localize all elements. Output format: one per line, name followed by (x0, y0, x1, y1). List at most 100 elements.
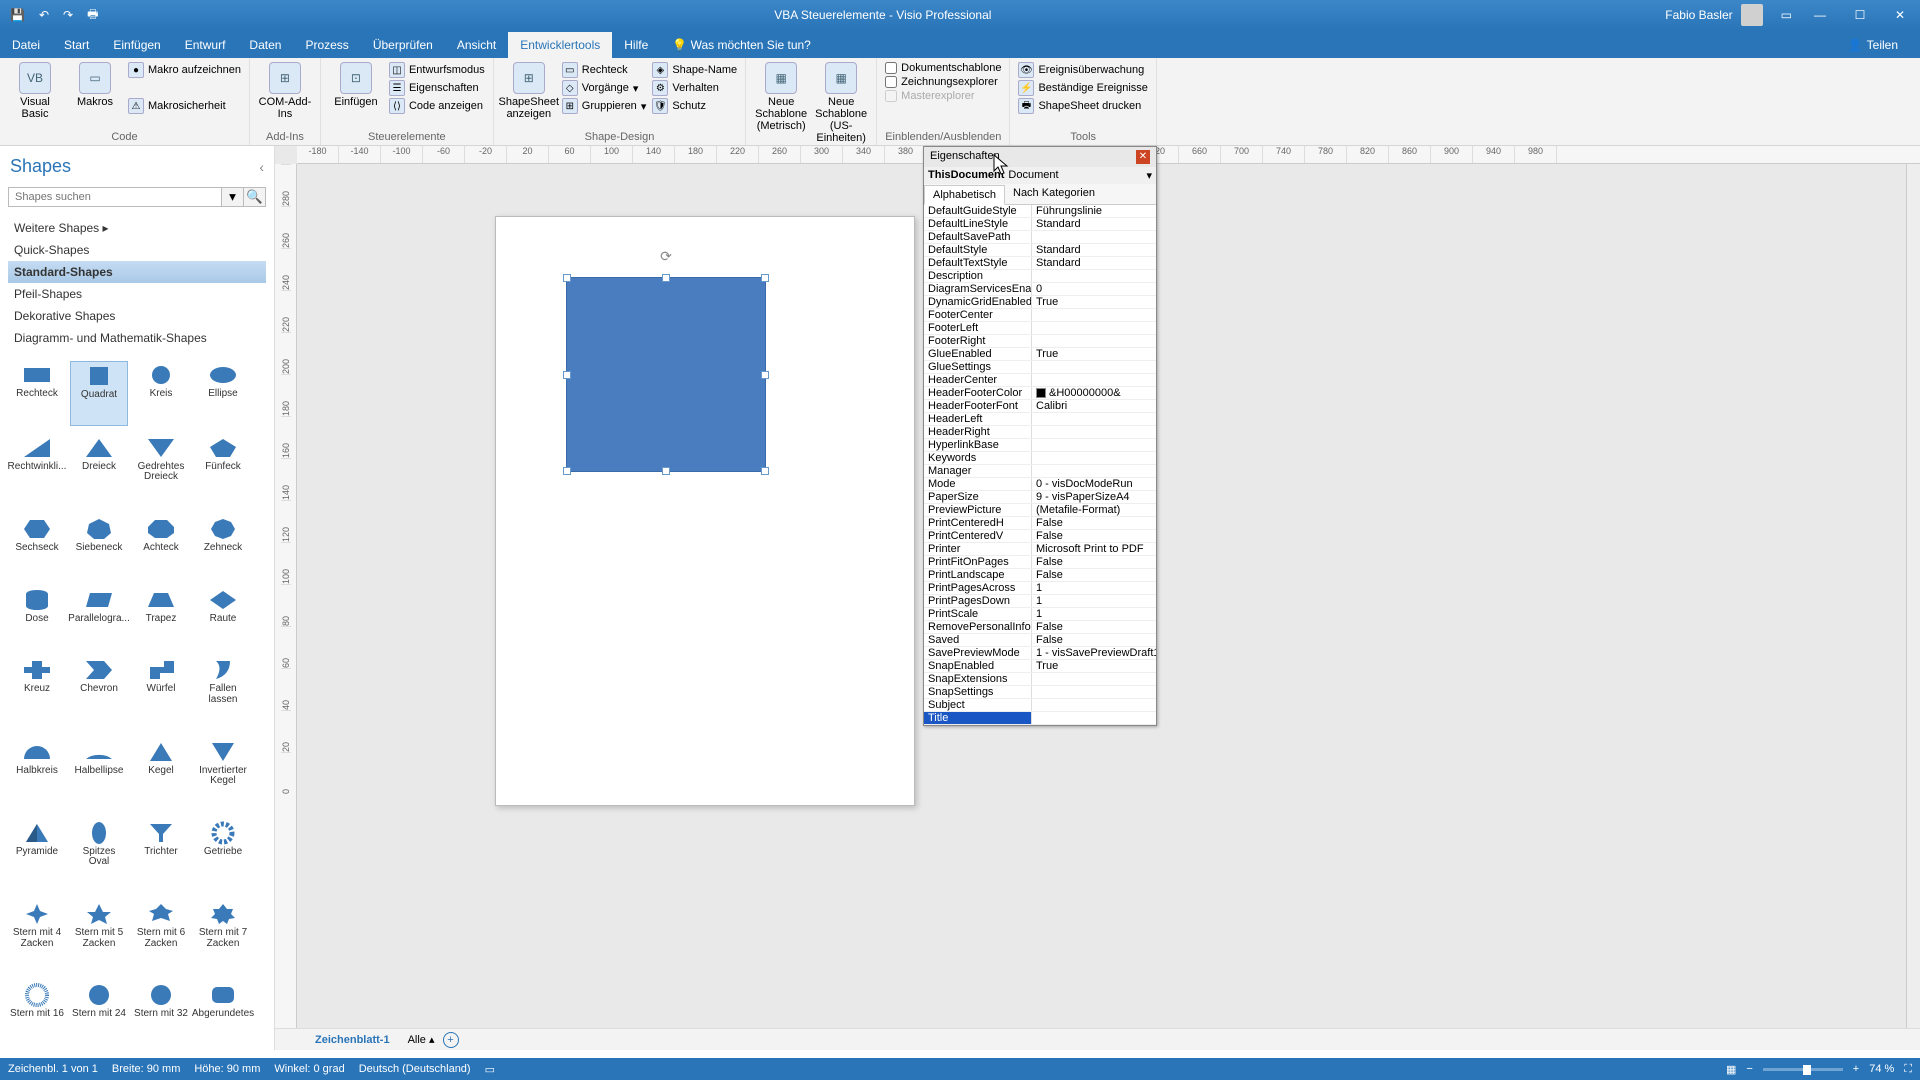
shapes-search-input[interactable] (8, 187, 222, 207)
shape-item[interactable]: Chevron (70, 656, 128, 729)
shape-category[interactable]: Pfeil-Shapes (8, 283, 266, 305)
presentation-mode-icon[interactable]: ▦ (1726, 1063, 1736, 1076)
property-row[interactable]: GlueEnabledTrue (924, 348, 1156, 361)
macros-button[interactable]: ▭Makros (68, 62, 122, 108)
shape-item[interactable]: Stern mit 4 Zacken (8, 900, 66, 973)
tab-categorized[interactable]: Nach Kategorien (1005, 184, 1103, 204)
share-button[interactable]: 👤 Teilen (1836, 32, 1910, 58)
shape-category[interactable]: Quick-Shapes (8, 239, 266, 261)
property-row[interactable]: SavePreviewMode1 - visSavePreviewDraft1s… (924, 647, 1156, 660)
shape-item[interactable]: Kreis (132, 361, 190, 426)
tab-entwurf[interactable]: Entwurf (173, 32, 238, 58)
shape-item[interactable]: Stern mit 16 (8, 981, 66, 1044)
print-icon[interactable]: 🖶 (87, 5, 98, 26)
protect-button[interactable]: 🛡Schutz (652, 98, 737, 114)
shape-item[interactable]: Halbellipse (70, 738, 128, 811)
property-row[interactable]: SavedFalse (924, 634, 1156, 647)
zoom-level[interactable]: 74 % (1869, 1063, 1894, 1075)
shape-item[interactable]: Kreuz (8, 656, 66, 729)
property-value[interactable]: 1 (1032, 582, 1156, 594)
search-button[interactable]: 🔍 (244, 187, 266, 207)
avatar[interactable] (1741, 4, 1763, 26)
property-row[interactable]: PrintCenteredVFalse (924, 530, 1156, 543)
drawing-explorer-check[interactable]: Zeichnungsexplorer (885, 76, 1001, 88)
tell-me-search[interactable]: 💡 Was möchten Sie tun? (660, 32, 823, 58)
record-macro-status-icon[interactable]: ▭ (485, 1063, 495, 1076)
tab-start[interactable]: Start (52, 32, 101, 58)
property-value[interactable]: 9 - visPaperSizeA4 (1032, 491, 1156, 503)
record-macro-button[interactable]: ●Makro aufzeichnen (128, 62, 241, 78)
operations-menu[interactable]: ◇Vorgänge ▾ (562, 80, 647, 96)
ribbon-options-icon[interactable]: ▭ (1781, 8, 1792, 22)
tab-einfügen[interactable]: Einfügen (101, 32, 172, 58)
property-row[interactable]: DefaultLineStyleStandard (924, 218, 1156, 231)
property-value[interactable] (1032, 673, 1156, 685)
property-value[interactable]: Führungslinie (1032, 205, 1156, 217)
shape-item[interactable]: Stern mit 24 (70, 981, 128, 1044)
shape-item[interactable]: Stern mit 6 Zacken (132, 900, 190, 973)
shape-item[interactable]: Raute (194, 586, 252, 649)
visual-basic-button[interactable]: VBVisual Basic (8, 62, 62, 120)
shape-item[interactable]: Fünfeck (194, 434, 252, 507)
shapesheet-button[interactable]: ⊞ShapeSheet anzeigen (502, 62, 556, 120)
rectangle-tool[interactable]: ▭Rechteck (562, 62, 647, 78)
new-stencil-metric[interactable]: ▦Neue Schablone (Metrisch) (754, 62, 808, 132)
property-row[interactable]: PaperSize9 - visPaperSizeA4 (924, 491, 1156, 504)
close-properties-icon[interactable]: ✕ (1136, 150, 1150, 164)
property-row[interactable]: PrintPagesDown1 (924, 595, 1156, 608)
doc-stencil-check[interactable]: Dokumentschablone (885, 62, 1001, 74)
property-row[interactable]: HeaderCenter (924, 374, 1156, 387)
shape-category[interactable]: Dekorative Shapes (8, 305, 266, 327)
shape-item[interactable]: Invertierter Kegel (194, 738, 252, 811)
property-row[interactable]: FooterCenter (924, 309, 1156, 322)
shape-item[interactable]: Abgerundetes (194, 981, 252, 1044)
property-row[interactable]: GlueSettings (924, 361, 1156, 374)
status-language[interactable]: Deutsch (Deutschland) (359, 1063, 471, 1075)
shape-item[interactable]: Dose (8, 586, 66, 649)
zoom-in-icon[interactable]: + (1853, 1063, 1859, 1075)
property-value[interactable]: Standard (1032, 218, 1156, 230)
property-row[interactable]: DynamicGridEnabledTrue (924, 296, 1156, 309)
shape-item[interactable]: Rechtwinkli... (8, 434, 66, 507)
minimize-button[interactable]: — (1800, 0, 1840, 30)
shape-item[interactable]: Ellipse (194, 361, 252, 426)
new-stencil-us[interactable]: ▦Neue Schablone (US-Einheiten) (814, 62, 868, 144)
property-row[interactable]: PrintScale1 (924, 608, 1156, 621)
shape-item[interactable]: Spitzes Oval (70, 819, 128, 892)
more-shapes[interactable]: Weitere Shapes ▸ (8, 217, 266, 239)
close-button[interactable]: ✕ (1880, 0, 1920, 30)
save-icon[interactable]: 💾 (10, 8, 25, 22)
property-row[interactable]: SnapExtensions (924, 673, 1156, 686)
group-menu[interactable]: ⊞Gruppieren ▾ (562, 98, 647, 114)
search-dropdown-icon[interactable]: ▾ (222, 187, 244, 207)
resize-handle[interactable] (563, 467, 571, 475)
shape-item[interactable]: Achteck (132, 515, 190, 578)
master-explorer-check[interactable]: Masterexplorer (885, 90, 1001, 102)
drawing-page[interactable]: ⟳ (495, 216, 915, 806)
fit-page-icon[interactable]: ⛶ (1904, 1063, 1912, 1076)
com-addins-button[interactable]: ⊞COM-Add-Ins (258, 62, 312, 120)
shape-item[interactable]: Parallelogra... (70, 586, 128, 649)
properties-panel[interactable]: Eigenschaften ✕ ThisDocument Document ▾ … (923, 146, 1157, 726)
event-monitor-button[interactable]: 👁Ereignisüberwachung (1018, 62, 1147, 78)
property-row[interactable]: Title (924, 712, 1156, 725)
property-value[interactable] (1032, 231, 1156, 243)
collapse-icon[interactable]: ‹ (259, 159, 264, 175)
property-value[interactable] (1032, 309, 1156, 321)
tab-datei[interactable]: Datei (0, 32, 52, 58)
property-row[interactable]: RemovePersonalInformationFalse (924, 621, 1156, 634)
property-value[interactable] (1032, 322, 1156, 334)
shape-item[interactable]: Pyramide (8, 819, 66, 892)
property-row[interactable]: PrintPagesAcross1 (924, 582, 1156, 595)
property-row[interactable]: Description (924, 270, 1156, 283)
persistent-events-button[interactable]: ⚡Beständige Ereignisse (1018, 80, 1147, 96)
property-value[interactable]: False (1032, 634, 1156, 646)
dropdown-icon[interactable]: ▾ (1146, 169, 1152, 182)
property-row[interactable]: DefaultStyleStandard (924, 244, 1156, 257)
property-row[interactable]: FooterLeft (924, 322, 1156, 335)
behavior-button[interactable]: ⚙Verhalten (652, 80, 737, 96)
resize-handle[interactable] (761, 467, 769, 475)
zoom-slider[interactable] (1763, 1068, 1843, 1071)
shape-item[interactable]: Zehneck (194, 515, 252, 578)
property-value[interactable]: &H00000000& (1032, 387, 1156, 399)
